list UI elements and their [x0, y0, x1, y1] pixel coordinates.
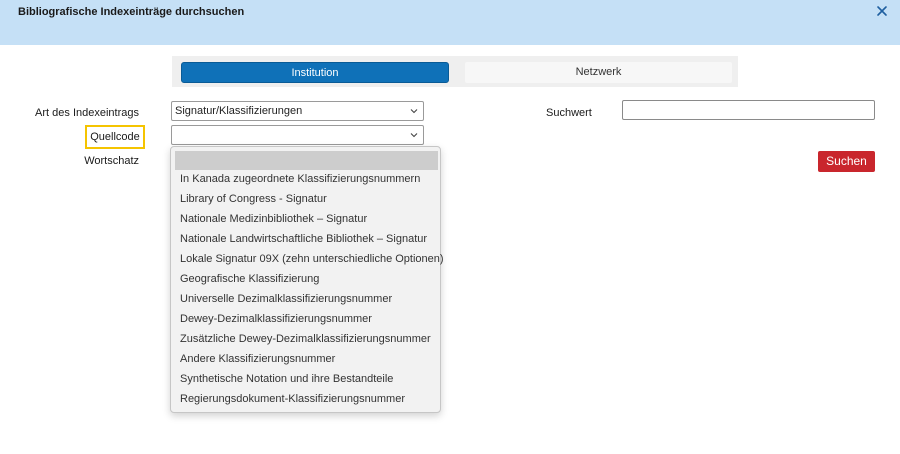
- suchen-button[interactable]: Suchen: [818, 151, 875, 172]
- art-des-indexeintrags-select[interactable]: Signatur/Klassifizierungen: [171, 101, 424, 121]
- art-select-value: Signatur/Klassifizierungen: [175, 105, 303, 117]
- dropdown-option[interactable]: Andere Klassifizierungsnummer: [180, 353, 335, 365]
- dialog-header: Bibliografische Indexeinträge durchsuche…: [0, 0, 900, 45]
- dropdown-option[interactable]: Universelle Dezimalklassifizierungsnumme…: [180, 293, 392, 305]
- close-icon[interactable]: [875, 4, 889, 18]
- art-des-indexeintrags-label: Art des Indexeintrags: [35, 107, 139, 119]
- dropdown-option[interactable]: Nationale Landwirtschaftliche Bibliothek…: [180, 233, 427, 245]
- dialog-title: Bibliografische Indexeinträge durchsuche…: [18, 6, 245, 18]
- wortschatz-label: Wortschatz: [84, 155, 139, 167]
- dropdown-option[interactable]: Synthetische Notation und ihre Bestandte…: [180, 373, 393, 385]
- tab-bar: Institution Netzwerk: [172, 56, 738, 87]
- dropdown-option[interactable]: Regierungsdokument-Klassifizierungsnumme…: [180, 393, 405, 405]
- suchwert-input[interactable]: [622, 100, 875, 120]
- quellcode-dropdown-list: In Kanada zugeordnete Klassifizierungsnu…: [170, 146, 444, 413]
- dropdown-option[interactable]: Lokale Signatur 09X (zehn unterschiedlic…: [180, 253, 444, 265]
- suchwert-label: Suchwert: [546, 107, 592, 119]
- dropdown-option[interactable]: Zusätzliche Dewey-Dezimalklassifizierung…: [180, 333, 431, 345]
- dropdown-option-blank[interactable]: [175, 151, 438, 170]
- chevron-down-icon: [410, 133, 418, 138]
- tab-institution[interactable]: Institution: [181, 62, 449, 83]
- quellcode-label: Quellcode: [85, 125, 145, 149]
- dropdown-option[interactable]: Dewey-Dezimalklassifizierungsnummer: [180, 313, 372, 325]
- quellcode-select[interactable]: [171, 125, 424, 145]
- dropdown-option[interactable]: Library of Congress - Signatur: [180, 193, 327, 205]
- dropdown-option[interactable]: Geografische Klassifizierung: [180, 273, 319, 285]
- chevron-down-icon: [410, 109, 418, 114]
- dropdown-option[interactable]: In Kanada zugeordnete Klassifizierungsnu…: [180, 173, 420, 185]
- tab-netzwerk[interactable]: Netzwerk: [465, 62, 732, 83]
- dropdown-option[interactable]: Nationale Medizinbibliothek – Signatur: [180, 213, 367, 225]
